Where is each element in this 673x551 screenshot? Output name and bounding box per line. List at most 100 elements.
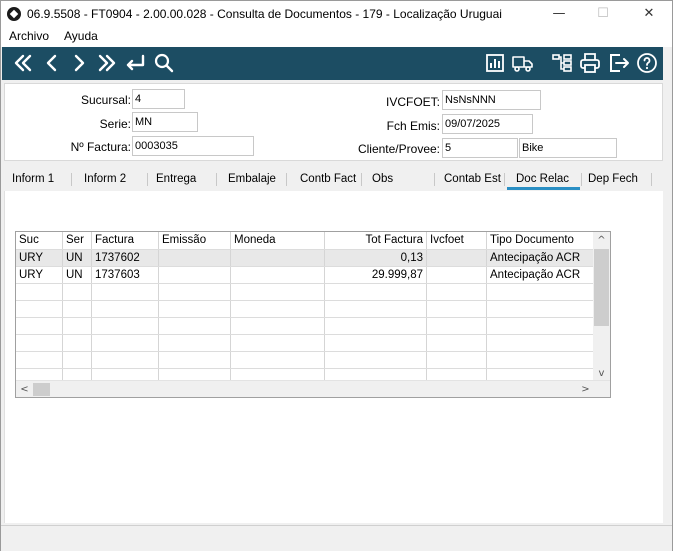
empty-cell (487, 318, 594, 335)
cell-moneda (231, 267, 325, 284)
table-row-empty[interactable] (16, 317, 594, 335)
maximize-button[interactable]: ☐ (581, 1, 625, 27)
horizontal-scrollbar[interactable]: < > (16, 380, 610, 397)
cell-emissao (159, 267, 231, 284)
table-row-empty[interactable] (16, 300, 594, 318)
close-button[interactable]: ✕ (627, 1, 671, 27)
related-documents-grid[interactable]: Suc Ser Factura Emissão Moneda Tot Factu… (15, 231, 611, 398)
empty-cell (325, 318, 427, 335)
menu-ayuda[interactable]: Ayuda (64, 29, 98, 43)
chart-icon[interactable] (483, 51, 507, 75)
window-title: 06.9.5508 - FT0904 - 2.00.00.028 - Consu… (27, 7, 502, 21)
tab-contb-fact[interactable]: Contb Fact (300, 167, 356, 191)
col-suc[interactable]: Suc (16, 232, 63, 249)
empty-cell (16, 284, 63, 301)
previous-icon[interactable] (40, 51, 64, 75)
last-icon[interactable] (95, 51, 119, 75)
empty-cell (16, 352, 63, 369)
cliente-label: Cliente/Provee: (357, 142, 440, 156)
help-icon[interactable] (635, 51, 659, 75)
empty-cell (92, 284, 159, 301)
empty-cell (16, 318, 63, 335)
col-emissao[interactable]: Emissão (159, 232, 231, 249)
col-ser[interactable]: Ser (63, 232, 92, 249)
cell-ser: UN (63, 267, 92, 284)
table-row-empty[interactable] (16, 351, 594, 369)
sucursal-field[interactable]: 4 (132, 89, 185, 109)
toolbar (2, 47, 663, 80)
empty-cell (159, 335, 231, 352)
tab-contab-est[interactable]: Contab Est (444, 167, 501, 191)
empty-cell (427, 352, 487, 369)
cell-factura: 1737603 (92, 267, 159, 284)
tab-dep-fech[interactable]: Dep Fech (588, 167, 638, 191)
empty-cell (325, 284, 427, 301)
first-icon[interactable] (11, 51, 35, 75)
cell-moneda (231, 250, 325, 267)
empty-cell (159, 301, 231, 318)
col-tipo-documento[interactable]: Tipo Documento (487, 232, 594, 249)
empty-cell (92, 352, 159, 369)
cliente-code-field[interactable]: 5 (442, 138, 518, 158)
ivcfoet-field[interactable]: NsNsNNN (442, 90, 541, 110)
factura-field[interactable]: 0003035 (132, 136, 254, 156)
col-moneda[interactable]: Moneda (231, 232, 325, 249)
truck-icon[interactable] (511, 51, 535, 75)
table-row-empty[interactable] (16, 283, 594, 301)
exit-icon[interactable] (607, 51, 631, 75)
return-icon[interactable] (123, 51, 147, 75)
menu-archivo[interactable]: Archivo (9, 29, 49, 43)
hierarchy-icon[interactable] (550, 51, 574, 75)
document-header-panel: Sucursal: 4 Serie: MN Nº Factura: 000303… (4, 83, 663, 161)
table-row-empty[interactable] (16, 334, 594, 352)
empty-cell (92, 318, 159, 335)
tab-embalaje[interactable]: Embalaje (228, 167, 276, 191)
empty-cell (325, 352, 427, 369)
minimize-button[interactable]: — (537, 1, 581, 27)
table-row[interactable]: URY UN 1737603 29.999,87 Antecipação ACR (16, 266, 594, 284)
empty-cell (63, 318, 92, 335)
empty-cell (487, 352, 594, 369)
tab-entrega[interactable]: Entrega (156, 167, 196, 191)
serie-field[interactable]: MN (132, 112, 198, 132)
empty-cell (325, 301, 427, 318)
empty-cell (63, 284, 92, 301)
tab-inform-2[interactable]: Inform 2 (84, 167, 126, 191)
col-tot-factura[interactable]: Tot Factura (325, 232, 427, 249)
fch-emis-field[interactable]: 09/07/2025 (442, 114, 533, 134)
table-row[interactable]: URY UN 1737602 0,13 Antecipação ACR (16, 249, 594, 267)
col-factura[interactable]: Factura (92, 232, 159, 249)
empty-cell (231, 352, 325, 369)
empty-cell (231, 284, 325, 301)
col-ivcfoet[interactable]: Ivcfoet (427, 232, 487, 249)
tab-obs[interactable]: Obs (372, 167, 393, 191)
vertical-scrollbar[interactable]: ^ v (593, 232, 610, 382)
cell-tipo-documento: Antecipação ACR (490, 269, 581, 281)
next-icon[interactable] (67, 51, 91, 75)
empty-cell (63, 352, 92, 369)
factura-label: Nº Factura: (70, 140, 131, 154)
empty-cell (487, 335, 594, 352)
title-bar: 06.9.5508 - FT0904 - 2.00.00.028 - Consu… (1, 1, 672, 27)
cell-ivcfoet (427, 267, 487, 284)
app-logo-icon (7, 7, 21, 21)
serie-label: Serie: (99, 117, 131, 131)
menu-bar: Archivo Ayuda (1, 27, 672, 47)
horizontal-scroll-thumb[interactable] (33, 383, 50, 396)
cell-factura: 1737602 (92, 250, 159, 267)
scroll-left-icon[interactable]: < (17, 381, 32, 397)
empty-cell (427, 301, 487, 318)
search-icon[interactable] (152, 51, 176, 75)
scroll-right-icon[interactable]: > (578, 381, 593, 397)
fch-emis-label: Fch Emis: (386, 119, 440, 133)
empty-cell (427, 284, 487, 301)
empty-cell (16, 301, 63, 318)
empty-cell (231, 318, 325, 335)
tab-inform-1[interactable]: Inform 1 (12, 167, 54, 191)
status-strip (1, 525, 672, 551)
cliente-name-field[interactable]: Bike (519, 138, 617, 158)
vertical-scroll-thumb[interactable] (594, 249, 609, 326)
scroll-up-icon[interactable]: ^ (594, 232, 609, 249)
sucursal-label: Sucursal: (80, 93, 131, 107)
print-icon[interactable] (578, 51, 602, 75)
